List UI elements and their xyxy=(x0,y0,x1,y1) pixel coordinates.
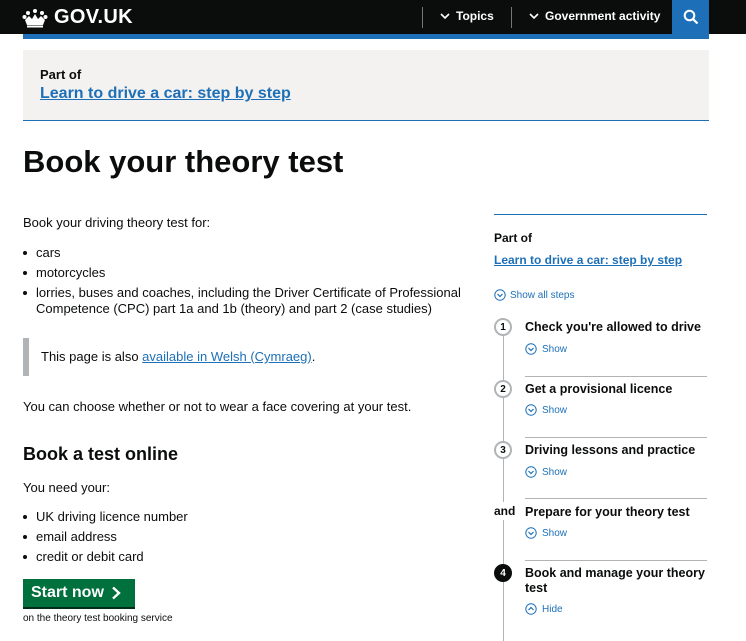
step-title-2[interactable]: Get a provisional licence xyxy=(525,382,707,397)
step-number-4: 4 xyxy=(494,564,512,582)
chevron-down-circle-icon xyxy=(525,466,537,478)
start-now-button[interactable]: Start now xyxy=(23,579,135,607)
nav-separator xyxy=(511,7,512,28)
step-by-step-link[interactable]: Learn to drive a car: step by step xyxy=(40,85,291,103)
step-toggle-label: Show xyxy=(542,527,568,539)
chevron-down-icon xyxy=(529,13,539,20)
step-toggle-label: Show xyxy=(542,343,568,355)
sidebar-part-of: Part of xyxy=(494,231,533,245)
nav-topics-label: Topics xyxy=(456,9,494,23)
step-and-marker: and xyxy=(494,502,516,520)
sidebar-step-by-step-link[interactable]: Learn to drive a car: step by step xyxy=(494,253,682,267)
list-item: motorcycles xyxy=(23,265,473,281)
step-divider xyxy=(525,376,707,377)
vehicle-list: cars motorcycles lorries, buses and coac… xyxy=(23,245,473,321)
govuk-logo[interactable]: GOV.UK xyxy=(22,6,133,29)
chevron-down-circle-icon xyxy=(525,404,537,416)
step-connector-line xyxy=(503,327,504,641)
step-toggle-label: Hide xyxy=(542,603,563,615)
nav-government-activity[interactable]: Government activity xyxy=(529,9,660,23)
step-and-show-button[interactable]: Show xyxy=(525,527,567,539)
step-divider xyxy=(525,560,707,561)
chevron-down-icon xyxy=(440,13,450,20)
list-item: UK driving licence number xyxy=(23,509,323,525)
site-header: GOV.UK Topics Government activity xyxy=(0,0,746,34)
step-3-show-button[interactable]: Show xyxy=(525,466,567,478)
list-item: cars xyxy=(23,245,473,261)
part-of-panel: Part of Learn to drive a car: step by st… xyxy=(23,50,709,121)
logo-text: GOV.UK xyxy=(54,6,133,28)
step-title-and[interactable]: Prepare for your theory test xyxy=(525,505,707,520)
sidebar-top-rule xyxy=(494,214,707,215)
chevron-down-circle-icon xyxy=(525,343,537,355)
nav-topics[interactable]: Topics xyxy=(440,9,494,23)
step-toggle-label: Show xyxy=(542,404,568,416)
chevron-down-circle-icon xyxy=(494,289,506,301)
welsh-notice-suffix: . xyxy=(311,349,316,364)
page-title: Book your theory test xyxy=(23,144,344,179)
header-blue-bar xyxy=(23,34,709,39)
nav-government-activity-label: Government activity xyxy=(545,9,661,23)
intro-text: Book your driving theory test for: xyxy=(23,215,211,230)
step-1-show-button[interactable]: Show xyxy=(525,343,567,355)
search-button[interactable] xyxy=(672,0,709,34)
part-of-label: Part of xyxy=(40,67,82,82)
start-caption: on the theory test booking service xyxy=(23,613,173,624)
step-title-1[interactable]: Check you're allowed to drive xyxy=(525,320,707,335)
start-now-label: Start now xyxy=(31,584,104,601)
you-need-text: You need your: xyxy=(23,480,110,495)
step-toggle-label: Show xyxy=(542,466,568,478)
show-all-steps-button[interactable]: Show all steps xyxy=(494,289,574,301)
requirements-list: UK driving licence number email address … xyxy=(23,509,323,569)
step-4-hide-button[interactable]: Hide xyxy=(525,603,563,615)
search-icon xyxy=(683,9,698,25)
crown-icon xyxy=(22,8,48,27)
nav-separator xyxy=(422,7,423,28)
step-number-2: 2 xyxy=(494,380,512,398)
step-2-show-button[interactable]: Show xyxy=(525,404,567,416)
welsh-notice: This page is also available in Welsh (Cy… xyxy=(23,338,329,376)
welsh-notice-prefix: This page is also xyxy=(41,349,143,364)
step-title-4[interactable]: Book and manage your theory test xyxy=(525,566,707,596)
chevron-up-circle-icon xyxy=(525,603,537,615)
step-divider xyxy=(525,498,707,499)
face-covering-text: You can choose whether or not to wear a … xyxy=(23,399,412,414)
step-title-3[interactable]: Driving lessons and practice xyxy=(525,443,707,458)
chevron-down-circle-icon xyxy=(525,527,537,539)
book-online-heading: Book a test online xyxy=(23,444,179,464)
list-item: credit or debit card xyxy=(23,549,323,565)
welsh-notice-text: This page is also available in Welsh (Cy… xyxy=(41,349,315,364)
step-number-1: 1 xyxy=(494,318,512,336)
chevron-right-icon xyxy=(112,586,121,600)
welsh-link[interactable]: available in Welsh (Cymraeg) xyxy=(142,349,312,364)
step-divider xyxy=(525,437,707,438)
list-item: email address xyxy=(23,529,323,545)
step-number-3: 3 xyxy=(494,441,512,459)
show-all-label: Show all steps xyxy=(510,289,575,301)
list-item: lorries, buses and coaches, including th… xyxy=(23,285,473,317)
